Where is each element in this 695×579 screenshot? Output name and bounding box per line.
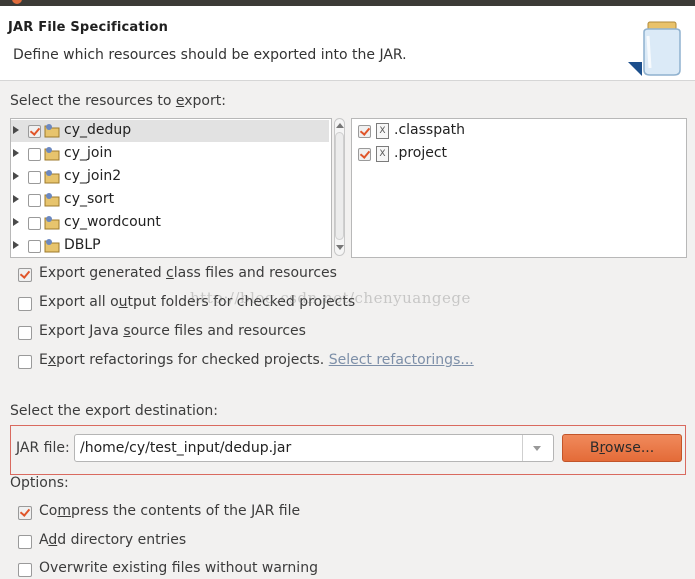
tree-item-cy-sort[interactable]: cy_sort xyxy=(11,189,329,211)
close-window-icon[interactable] xyxy=(12,0,22,4)
checkbox[interactable] xyxy=(18,563,32,577)
jar-file-path: /home/cy/test_input/dedup.jar xyxy=(80,440,292,456)
project-tree[interactable]: cy_dedup cy_join cy_join2 cy_sort cy_wor… xyxy=(10,118,332,258)
checkbox[interactable] xyxy=(28,148,41,161)
page-title: JAR File Specification xyxy=(8,20,169,35)
file-item-project[interactable]: X .project xyxy=(352,143,682,165)
option-label: Overwrite existing files without warning xyxy=(39,560,318,576)
checkbox[interactable] xyxy=(18,326,32,340)
jar-file-input[interactable]: /home/cy/test_input/dedup.jar xyxy=(74,434,554,462)
tree-item-cy-wordcount[interactable]: cy_wordcount xyxy=(11,212,329,234)
wizard-header: JAR File Specification Define which reso… xyxy=(0,6,695,81)
tree-item-label: DBLP xyxy=(64,237,101,253)
checkbox[interactable] xyxy=(358,125,371,138)
scroll-down-icon[interactable] xyxy=(336,245,344,250)
tree-item-cy-join[interactable]: cy_join xyxy=(11,143,329,165)
checkbox[interactable] xyxy=(18,268,32,282)
page-description: Define which resources should be exporte… xyxy=(13,47,407,63)
option-label: Export refactorings for checked projects… xyxy=(39,352,474,368)
jar-file-label: JAR file: xyxy=(16,440,70,456)
jar-wizard-icon xyxy=(628,21,681,76)
expand-arrow-icon[interactable] xyxy=(13,172,19,180)
scroll-up-icon[interactable] xyxy=(336,123,344,128)
project-folder-icon xyxy=(44,239,60,253)
checkbox[interactable] xyxy=(18,535,32,549)
expand-arrow-icon[interactable] xyxy=(13,195,19,203)
tree-item-label: cy_join2 xyxy=(64,168,122,184)
scrollbar-thumb[interactable] xyxy=(335,132,344,240)
xml-file-icon: X xyxy=(376,146,389,162)
checkbox[interactable] xyxy=(28,240,41,253)
file-list[interactable]: X .classpath X .project xyxy=(351,118,687,258)
watermark: http://blog.csdn.net/chenyuangege xyxy=(190,289,471,307)
tree-item-label: cy_dedup xyxy=(64,122,132,138)
checkbox[interactable] xyxy=(28,171,41,184)
file-item-label: .classpath xyxy=(394,122,466,138)
expand-arrow-icon[interactable] xyxy=(13,149,19,157)
option-label: Export generated class files and resourc… xyxy=(39,265,337,281)
browse-button[interactable]: Browse... xyxy=(562,434,682,462)
checkbox[interactable] xyxy=(28,217,41,230)
tree-item-dblp[interactable]: DBLP xyxy=(11,235,329,257)
checkbox[interactable] xyxy=(28,125,41,138)
project-folder-icon xyxy=(44,147,60,161)
project-folder-icon xyxy=(44,216,60,230)
checkbox[interactable] xyxy=(18,297,32,311)
select-refactorings-link[interactable]: Select refactorings... xyxy=(329,352,474,368)
tree-item-label: cy_join xyxy=(64,145,113,161)
project-folder-icon xyxy=(44,170,60,184)
expand-arrow-icon[interactable] xyxy=(13,126,19,134)
destination-label: Select the export destination: xyxy=(10,403,219,419)
tree-scrollbar[interactable] xyxy=(333,118,346,256)
tree-item-cy-join2[interactable]: cy_join2 xyxy=(11,166,329,188)
dropdown-arrow-icon[interactable] xyxy=(522,435,553,461)
checkbox[interactable] xyxy=(18,506,32,520)
checkbox[interactable] xyxy=(28,194,41,207)
project-folder-icon xyxy=(44,193,60,207)
tree-item-cy-dedup[interactable]: cy_dedup xyxy=(11,120,329,142)
expand-arrow-icon[interactable] xyxy=(13,241,19,249)
xml-file-icon: X xyxy=(376,123,389,139)
checkbox[interactable] xyxy=(18,355,32,369)
file-item-label: .project xyxy=(394,145,448,161)
tree-item-label: cy_sort xyxy=(64,191,115,207)
resources-label: Select the resources to export: xyxy=(10,93,226,109)
options-label: Options: xyxy=(10,475,69,491)
checkbox[interactable] xyxy=(358,148,371,161)
option-label: Add directory entries xyxy=(39,532,187,548)
expand-arrow-icon[interactable] xyxy=(13,218,19,226)
option-label: Export Java source files and resources xyxy=(39,323,306,339)
tree-item-label: cy_wordcount xyxy=(64,214,161,230)
option-label: Compress the contents of the JAR file xyxy=(39,503,301,519)
file-item-classpath[interactable]: X .classpath xyxy=(352,120,682,142)
project-folder-icon xyxy=(44,124,60,138)
